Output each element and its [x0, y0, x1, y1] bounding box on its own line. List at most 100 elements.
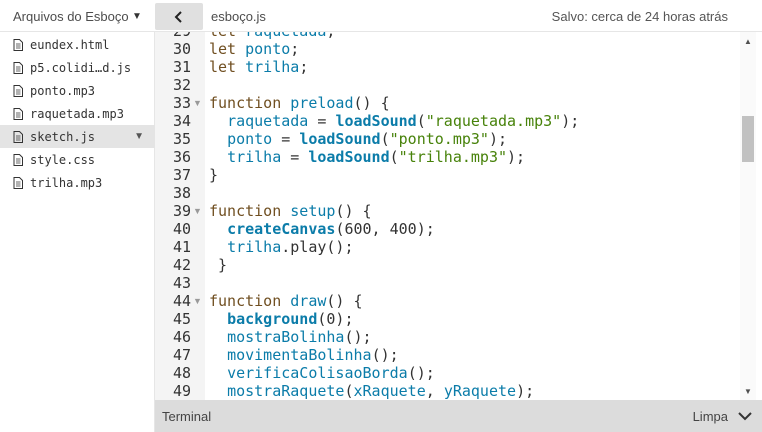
line-number: 41 [172, 238, 191, 256]
line-number: 48 [172, 364, 191, 382]
fold-toggle-icon[interactable]: ▼ [193, 94, 203, 112]
line-number: 40 [172, 220, 191, 238]
file-icon [13, 84, 23, 97]
code-token: preload [290, 94, 354, 112]
chevron-down-icon[interactable]: ▼ [132, 11, 142, 22]
save-status: Salvo: cerca de 24 horas atrás [551, 8, 728, 24]
file-name: style.css [30, 152, 96, 167]
file-item[interactable]: p5.colidi…d.js [0, 56, 155, 79]
file-item[interactable]: sketch.js ▼ [0, 125, 155, 148]
line-number: 49 [172, 382, 191, 400]
line-number: 39 [172, 202, 191, 220]
file-icon [13, 130, 23, 143]
code-token: movimentaBolinha [227, 346, 372, 364]
scroll-down-icon[interactable]: ▼ [740, 384, 756, 398]
code-token: ( [389, 148, 399, 166]
code-editor[interactable]: let raquetada; let ponto;let trilha;func… [205, 32, 740, 400]
code-line: verificaColisaoBorda(); [209, 364, 435, 382]
scroll-thumb[interactable] [742, 116, 754, 162]
chevron-down-icon[interactable] [737, 409, 753, 423]
file-item[interactable]: style.css [0, 148, 155, 171]
code-token: loadSound [308, 148, 390, 166]
code-token: trilha [227, 238, 282, 256]
code-line: } [209, 166, 218, 184]
code-token: function [209, 202, 291, 220]
code-line: let raquetada; [209, 32, 344, 40]
clear-console-button[interactable]: Limpa [693, 409, 728, 424]
chevron-left-icon [174, 10, 182, 23]
code-token: ( [380, 130, 390, 148]
code-token: background [227, 310, 318, 328]
code-token: () { [335, 202, 372, 220]
code-token: ponto [245, 40, 291, 58]
code-token: (); [371, 346, 399, 364]
file-options-icon[interactable]: ▼ [134, 131, 144, 142]
collapse-sidebar-button[interactable] [155, 3, 203, 30]
file-icon [13, 61, 23, 74]
code-token: raquetada [245, 32, 326, 40]
line-number: 32 [172, 76, 191, 94]
code-token: } [209, 256, 228, 274]
code-token: xRaquete [353, 382, 426, 400]
file-name: sketch.js [30, 129, 96, 144]
line-number: 36 [172, 148, 191, 166]
terminal-label: Terminal [162, 408, 212, 424]
code-token: setup [290, 202, 336, 220]
code-token: let [209, 40, 246, 58]
file-name: raquetada.mp3 [30, 106, 124, 121]
code-token: raquetada [227, 112, 309, 130]
file-icon [13, 38, 23, 51]
code-line: background(0); [209, 310, 354, 328]
code-token: ); [488, 130, 508, 148]
file-item[interactable]: raquetada.mp3 [0, 102, 155, 125]
code-token: ; [299, 58, 309, 76]
code-token: ); [507, 148, 526, 166]
code-line: function setup() { [209, 202, 372, 220]
fold-toggle-icon[interactable]: ▼ [193, 292, 203, 310]
code-token: ( [344, 382, 354, 400]
code-token: , [425, 382, 444, 400]
code-token: function [209, 292, 291, 310]
code-token: let [209, 58, 246, 76]
code-token: (0); [317, 310, 354, 328]
file-sidebar: eundex.html p5.colidi…d.js ponto.mp3 raquet… [0, 32, 155, 432]
line-number: 33 [172, 94, 191, 112]
line-number: 30 [172, 40, 191, 58]
line-number: 37 [172, 166, 191, 184]
sidebar-header-label: Arquivos do Esboço [13, 8, 129, 24]
file-item[interactable]: ponto.mp3 [0, 79, 155, 102]
fold-toggle-icon[interactable]: ▼ [193, 202, 203, 220]
editor-scrollbar[interactable]: ▲ ▼ [740, 32, 756, 400]
code-token: ); [516, 382, 535, 400]
code-token: mostraBolinha [227, 328, 345, 346]
code-line: createCanvas(600, 400); [209, 220, 435, 238]
code-line: trilha = loadSound("trilha.mp3"); [209, 148, 525, 166]
code-line: function preload() { [209, 94, 390, 112]
sidebar-header[interactable]: Arquivos do Esboço ▼ [0, 0, 155, 32]
file-item[interactable]: eundex.html [0, 33, 155, 56]
code-token: () { [353, 94, 390, 112]
file-name: p5.colidi…d.js [30, 60, 132, 75]
code-token: trilha [245, 58, 300, 76]
code-line: trilha.play(); [209, 238, 353, 256]
code-token: ); [561, 112, 580, 130]
code-token: verificaColisaoBorda [227, 364, 408, 382]
line-number: 29 [155, 32, 191, 40]
code-line: ponto = loadSound("ponto.mp3"); [209, 130, 507, 148]
scroll-up-icon[interactable]: ▲ [740, 34, 756, 48]
line-number: 43 [172, 274, 191, 292]
code-token: ( [416, 112, 426, 130]
code-token: yRaquete [443, 382, 517, 400]
file-icon [13, 153, 23, 166]
file-item[interactable]: trilha.mp3 [0, 171, 155, 194]
line-number: 38 [172, 184, 191, 202]
